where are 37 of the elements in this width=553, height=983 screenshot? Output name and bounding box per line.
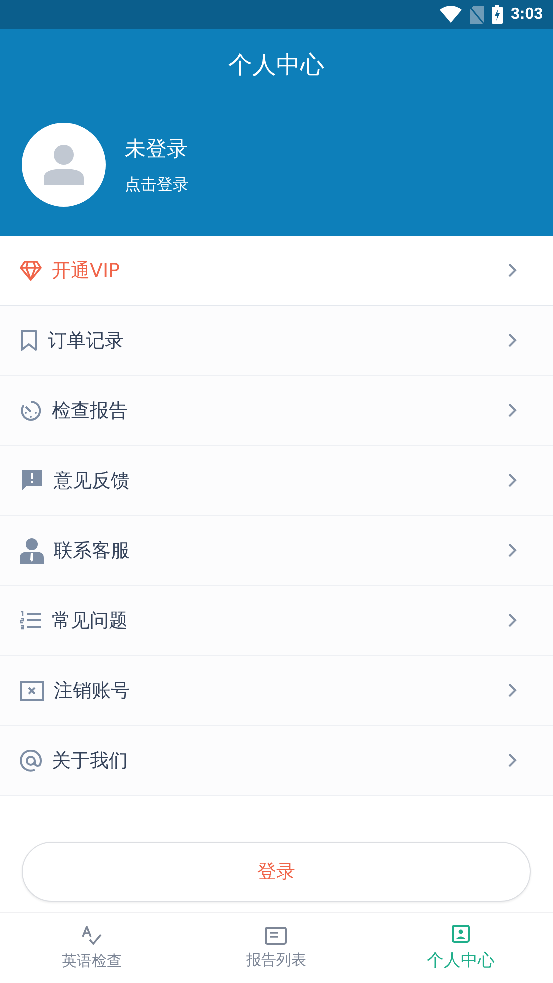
menu-label: 联系客服 — [54, 538, 131, 564]
status-time: 3:03 — [510, 6, 543, 24]
spellcheck-icon — [81, 926, 104, 946]
no-sim-icon — [470, 6, 484, 24]
close-box-icon — [20, 680, 44, 700]
bookmark-icon — [20, 330, 38, 352]
document-icon — [265, 926, 288, 944]
menu-label: 注销账号 — [54, 678, 131, 704]
profile-card-icon — [452, 924, 470, 942]
wifi-icon — [440, 6, 462, 23]
menu-label: 意见反馈 — [54, 468, 131, 494]
numbered-list-icon — [20, 611, 42, 630]
chevron-right-icon — [508, 473, 517, 488]
diamond-icon — [20, 260, 42, 280]
chevron-right-icon — [508, 683, 517, 698]
chevron-right-icon — [508, 263, 517, 278]
battery-charging-icon — [492, 5, 503, 24]
gauge-icon — [20, 400, 42, 422]
chevron-right-icon — [508, 613, 517, 628]
menu-label: 关于我们 — [52, 748, 129, 774]
page-title: 个人中心 — [228, 50, 324, 81]
feedback-icon — [20, 469, 44, 492]
at-sign-icon — [20, 750, 42, 772]
login-link[interactable]: 点击登录 — [125, 174, 189, 196]
chevron-right-icon — [508, 543, 517, 558]
chevron-right-icon — [508, 403, 517, 418]
menu-label: 订单记录 — [48, 328, 125, 354]
nav-tab[interactable]: 英语检查 — [0, 913, 184, 983]
menu-label: 常见问题 — [52, 608, 129, 634]
nav-tab[interactable]: 报告列表 — [184, 913, 369, 983]
menu-label: 检查报告 — [52, 398, 129, 424]
person-icon — [41, 144, 87, 186]
chevron-right-icon — [508, 753, 517, 768]
person-tie-icon — [20, 538, 44, 564]
menu-label: 开通VIP — [52, 258, 122, 284]
chevron-right-icon — [508, 333, 517, 348]
user-name: 未登录 — [125, 136, 189, 162]
